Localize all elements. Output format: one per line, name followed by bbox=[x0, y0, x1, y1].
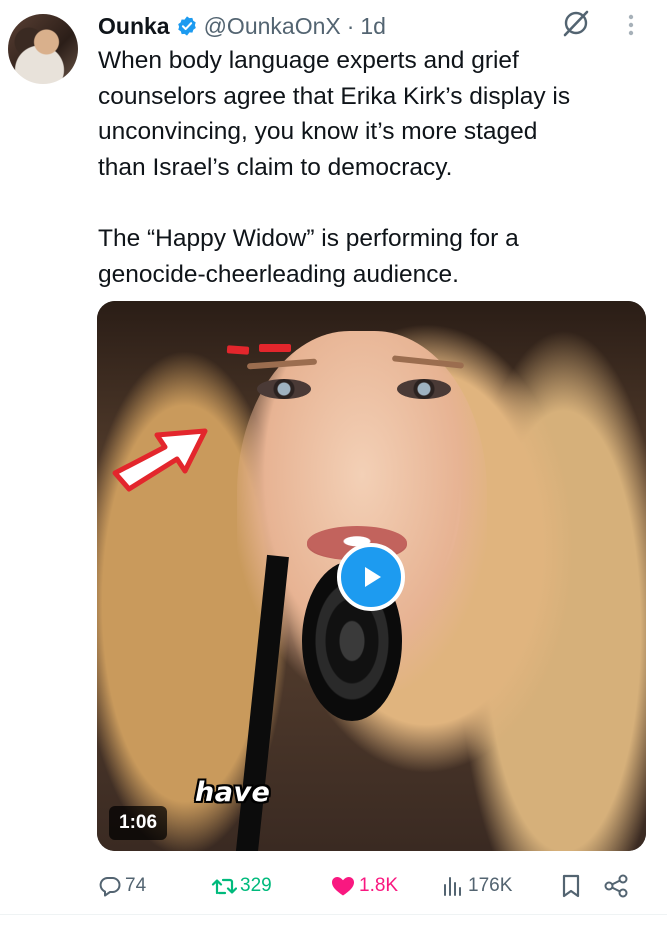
author-name[interactable]: Ounka bbox=[98, 13, 170, 40]
like-button[interactable]: 1.8K bbox=[330, 869, 398, 903]
retweet-count: 329 bbox=[240, 875, 272, 896]
reply-icon bbox=[99, 877, 121, 897]
bookmark-icon bbox=[562, 874, 580, 898]
tweet-header: Ounka @OunkaOnX · 1d bbox=[98, 9, 386, 43]
tweet-line: counselors agree that Erika Kirk’s displ… bbox=[98, 82, 571, 110]
tweet-line: than Israel’s claim to democracy. bbox=[98, 153, 453, 181]
retweet-icon bbox=[211, 878, 237, 895]
views-count: 176K bbox=[468, 875, 513, 896]
more-options-icon[interactable] bbox=[623, 10, 639, 40]
annotation-arrow-icon bbox=[107, 411, 217, 501]
tweet-line: unconvincing, you know it’s more staged bbox=[98, 118, 538, 145]
separator-dot: · bbox=[346, 12, 355, 39]
video-duration: 1:06 bbox=[109, 806, 168, 840]
share-button[interactable] bbox=[603, 869, 629, 903]
author-handle[interactable]: @OunkaOnX bbox=[204, 13, 341, 40]
reply-count: 74 bbox=[125, 875, 147, 896]
bookmark-button[interactable] bbox=[560, 869, 582, 903]
reply-button[interactable]: 74 bbox=[98, 869, 146, 903]
divider bbox=[0, 914, 667, 915]
grok-icon[interactable] bbox=[561, 8, 591, 38]
views-button[interactable]: 176K bbox=[441, 869, 512, 903]
video-player[interactable]: have 1:06 bbox=[97, 301, 646, 851]
play-button[interactable] bbox=[337, 543, 405, 611]
tweet-line: genocide-cheerleading audience. bbox=[98, 260, 459, 288]
video-eye bbox=[397, 379, 451, 399]
author-avatar[interactable] bbox=[8, 14, 78, 84]
verified-badge-icon bbox=[176, 15, 198, 37]
heart-icon bbox=[332, 877, 354, 896]
like-count: 1.8K bbox=[359, 875, 399, 896]
play-icon bbox=[365, 567, 381, 587]
post-time[interactable]: 1d bbox=[360, 13, 386, 40]
tweet-line: The “Happy Widow” is performing for a bbox=[98, 225, 519, 252]
tweet-line: When body language experts and grief bbox=[98, 47, 519, 74]
retweet-button[interactable]: 329 bbox=[211, 869, 272, 903]
red-annotation-mark bbox=[259, 344, 291, 352]
views-icon bbox=[444, 877, 461, 896]
video-caption: have bbox=[195, 777, 271, 808]
action-bar: 74 329 1.8K 176K bbox=[98, 869, 638, 903]
tweet-text: When body language experts and grief cou… bbox=[98, 43, 643, 292]
share-icon bbox=[604, 874, 628, 898]
video-eye bbox=[257, 379, 311, 399]
red-annotation-mark bbox=[226, 345, 250, 355]
